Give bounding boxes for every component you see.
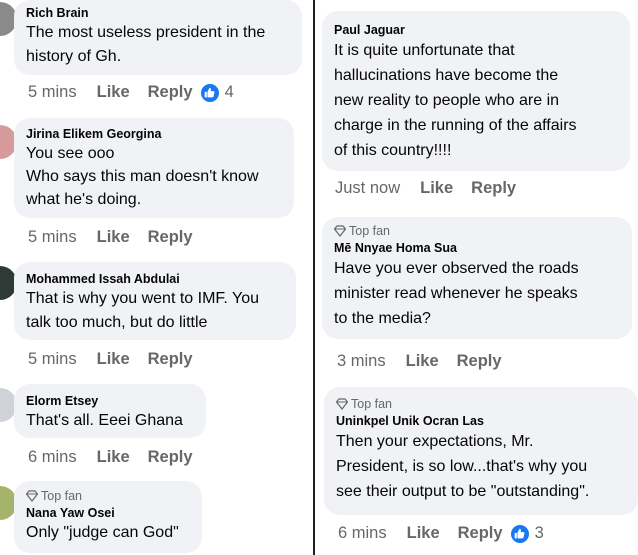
reaction-count[interactable]: 3: [510, 524, 544, 543]
thumbs-up-icon: [510, 524, 529, 543]
comment-bubble: Top fan Uninkpel Unik Ocran Las Then you…: [324, 387, 638, 515]
comment-timestamp[interactable]: 5 mins: [28, 83, 77, 102]
comment-text: Have you ever observed the roads ministe…: [334, 260, 579, 327]
comment-text: That's all. Eeei Ghana: [26, 412, 183, 429]
top-fan-badge: Top fan: [26, 489, 190, 503]
reply-button[interactable]: Reply: [148, 228, 193, 247]
comment-timestamp[interactable]: 3 mins: [337, 352, 386, 371]
top-fan-badge: Top fan: [336, 397, 626, 411]
comment-actions: 3 mins Like Reply: [337, 352, 520, 371]
commenter-name[interactable]: Elorm Etsey: [26, 393, 194, 409]
comment-bubble: Jirina Elikem Georgina You see ooo Who s…: [14, 118, 294, 218]
comment-bubble: Paul Jaguar It is quite unfortunate that…: [322, 11, 630, 171]
reaction-count[interactable]: 4: [200, 83, 234, 102]
commenter-name[interactable]: Mohammed Issah Abdulai: [26, 271, 284, 287]
comment-actions: 6 mins Like Reply: [28, 448, 211, 467]
comment-text: Only "judge can God": [26, 524, 179, 541]
comment-actions: 5 mins Like Reply: [28, 350, 211, 369]
reply-button[interactable]: Reply: [457, 352, 502, 371]
top-fan-badge: Top fan: [334, 224, 620, 238]
comment-bubble: Rich Brain The most useless president in…: [14, 0, 302, 75]
comment-bubble: Elorm Etsey That's all. Eeei Ghana: [14, 384, 206, 438]
comment-bubble: Mohammed Issah Abdulai That is why you w…: [14, 262, 296, 340]
commenter-name[interactable]: Jirina Elikem Georgina: [26, 126, 282, 142]
like-button[interactable]: Like: [97, 83, 130, 102]
like-button[interactable]: Like: [97, 228, 130, 247]
reaction-number: 3: [534, 524, 544, 542]
comment-bubble: Top fan Nana Yaw Osei Only "judge can Go…: [14, 481, 202, 553]
comment-timestamp[interactable]: 6 mins: [338, 524, 387, 543]
like-button[interactable]: Like: [406, 352, 439, 371]
commenter-name[interactable]: Rich Brain: [26, 5, 290, 21]
reply-button[interactable]: Reply: [458, 524, 503, 543]
thumbs-up-icon: [200, 83, 219, 102]
top-fan-label: Top fan: [351, 397, 393, 411]
comment-timestamp[interactable]: 6 mins: [28, 448, 77, 467]
comment-timestamp[interactable]: 5 mins: [28, 350, 77, 369]
panel-divider: [313, 0, 315, 555]
commenter-name[interactable]: Uninkpel Unik Ocran Las: [336, 413, 626, 429]
commenter-name[interactable]: Paul Jaguar: [334, 22, 618, 38]
like-button[interactable]: Like: [420, 179, 453, 198]
diamond-icon: [334, 225, 346, 237]
comment-timestamp[interactable]: 5 mins: [28, 228, 77, 247]
reply-button[interactable]: Reply: [471, 179, 516, 198]
commenter-name[interactable]: Mē Nnyae Homa Sua: [334, 240, 620, 256]
comment-actions: 5 mins Like Reply 4: [28, 83, 234, 102]
comment-actions: 6 mins Like Reply 3: [338, 524, 544, 543]
reply-button[interactable]: Reply: [148, 83, 193, 102]
reaction-number: 4: [224, 83, 234, 101]
comment-text: The most useless president in the histor…: [26, 24, 266, 65]
top-fan-label: Top fan: [41, 489, 83, 503]
comment-text: You see ooo Who says this man doesn't kn…: [26, 145, 259, 208]
diamond-icon: [336, 398, 348, 410]
comment-text: It is quite unfortunate that hallucinati…: [334, 42, 577, 159]
comment-timestamp[interactable]: Just now: [335, 179, 400, 198]
comment-actions: 5 mins Like Reply: [28, 228, 211, 247]
like-button[interactable]: Like: [97, 350, 130, 369]
comment-text: That is why you went to IMF. You talk to…: [26, 290, 260, 331]
reply-button[interactable]: Reply: [148, 350, 193, 369]
commenter-name[interactable]: Nana Yaw Osei: [26, 505, 190, 521]
comment-text: Then your expectations, Mr. President, i…: [336, 433, 590, 500]
diamond-icon: [26, 490, 38, 502]
like-button[interactable]: Like: [407, 524, 440, 543]
like-button[interactable]: Like: [97, 448, 130, 467]
comment-actions: Just now Like Reply: [335, 179, 534, 198]
top-fan-label: Top fan: [349, 224, 391, 238]
reply-button[interactable]: Reply: [148, 448, 193, 467]
comment-bubble: Top fan Mē Nnyae Homa Sua Have you ever …: [322, 217, 632, 339]
